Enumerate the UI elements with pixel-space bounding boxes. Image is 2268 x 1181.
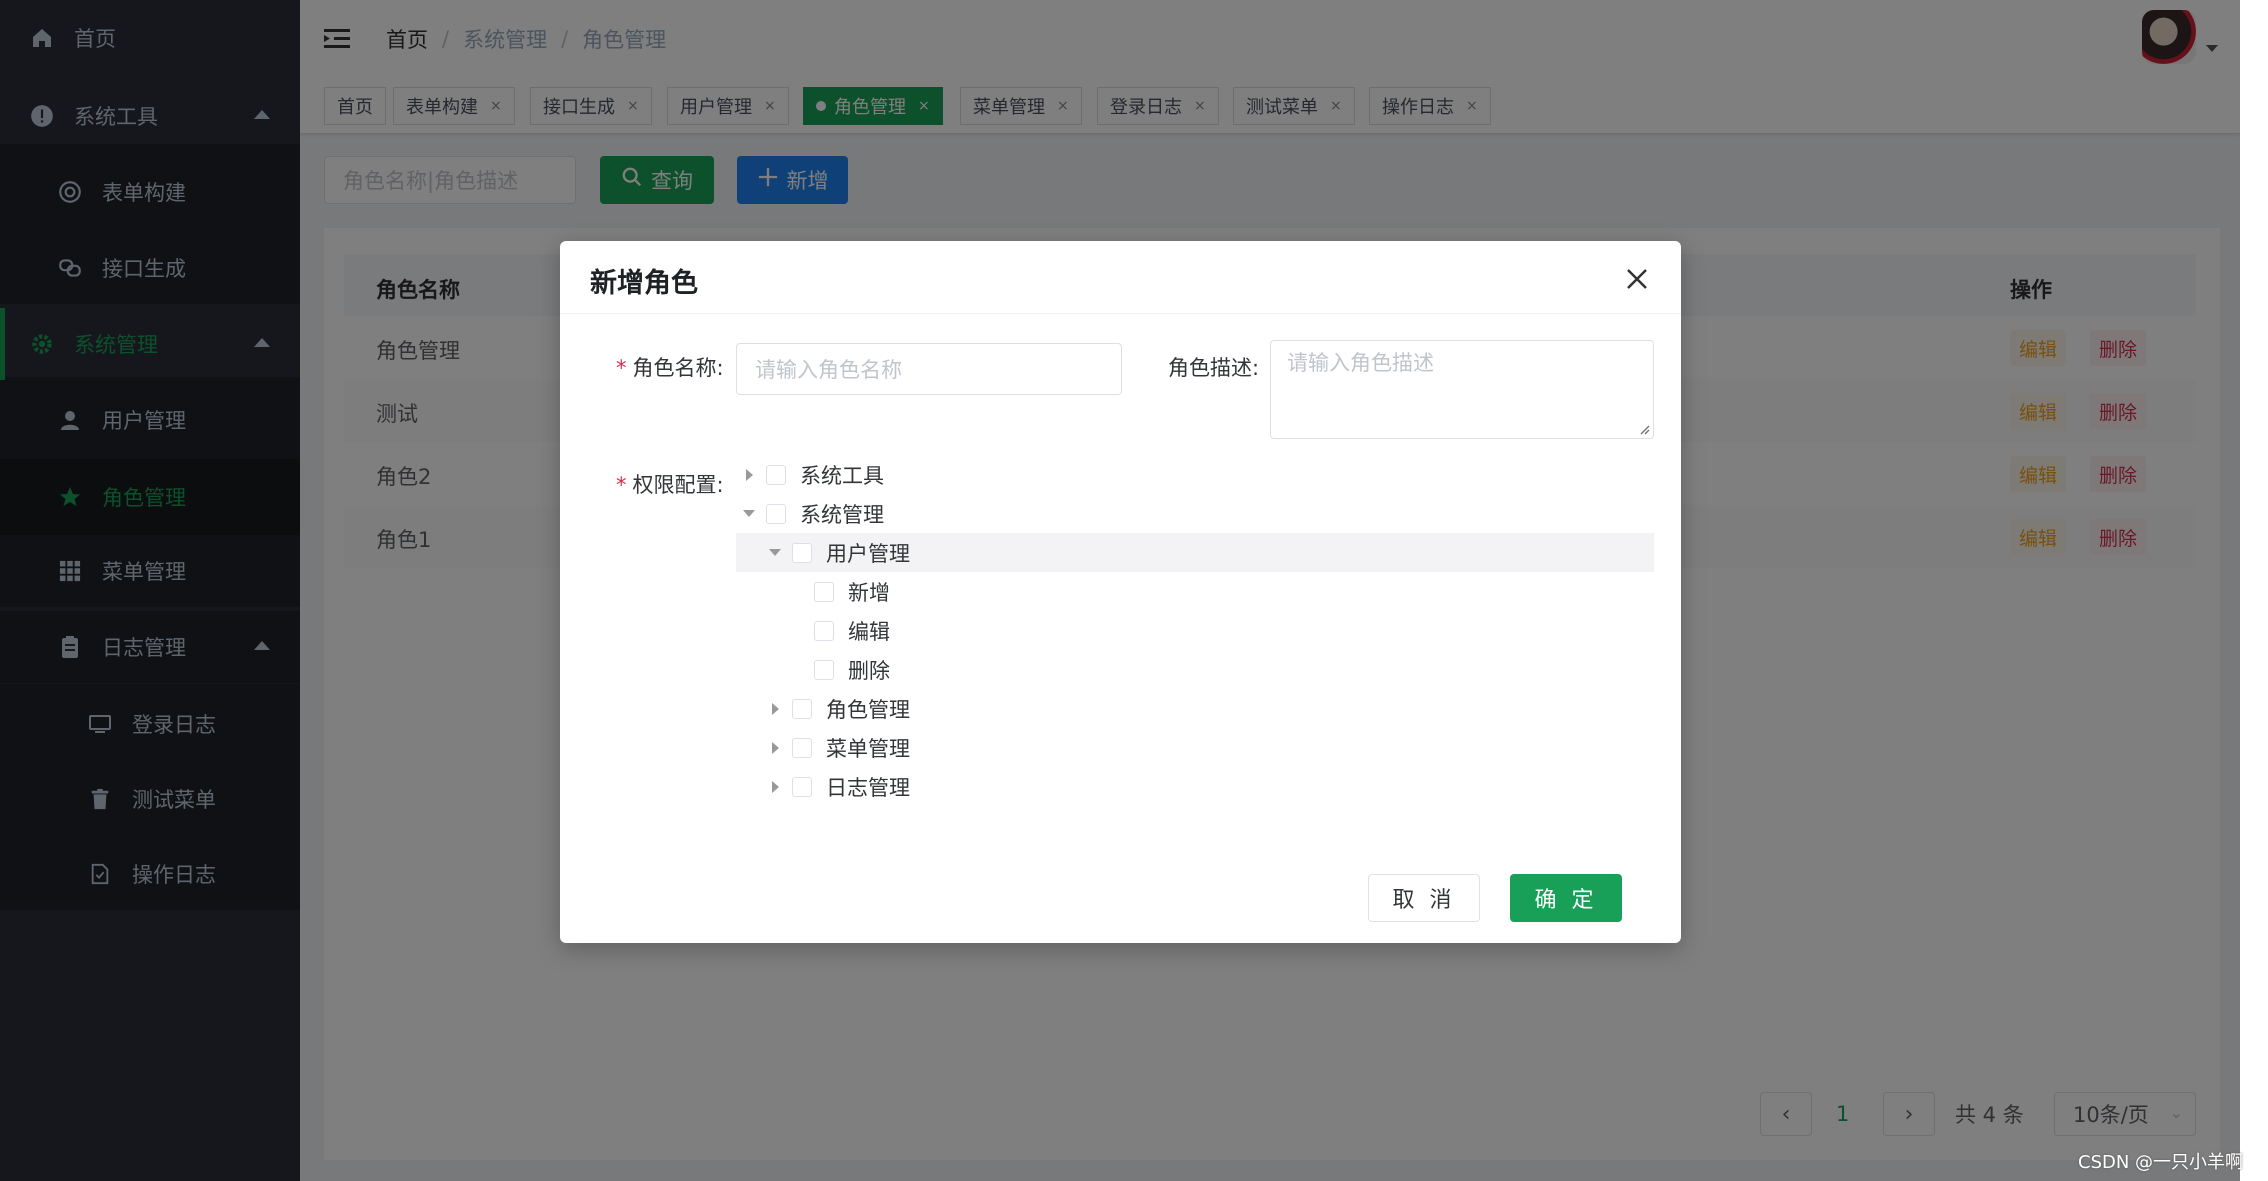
role-name-label-text: 角色名称: [632, 356, 724, 380]
tree-node[interactable]: 系统管理 [736, 494, 1654, 533]
tree-node-label: 删除 [848, 658, 890, 683]
cancel-button[interactable]: 取 消 [1368, 874, 1480, 922]
role-desc-label: 角色描述: [1168, 356, 1260, 380]
checkbox[interactable] [792, 698, 812, 719]
tree-node[interactable]: 新增 [736, 572, 1654, 611]
checkbox[interactable] [766, 503, 786, 524]
resize-grip-icon[interactable] [1638, 423, 1650, 435]
close-icon[interactable] [1619, 261, 1655, 297]
role-desc-textarea[interactable]: 请输入角色描述 [1270, 340, 1654, 439]
add-role-dialog: 新增角色 * 角色名称: 请输入角色名称 角色描述: 请输入角色描述 * 权限配置:… [560, 241, 1681, 943]
tree-node-label: 菜单管理 [826, 736, 910, 761]
permission-label-text: 权限配置: [632, 473, 724, 497]
watermark: CSDN @一只小羊啊 [2078, 1152, 2244, 1173]
checkbox[interactable] [792, 737, 812, 758]
checkbox[interactable] [792, 776, 812, 797]
role-name-label: * 角色名称: [616, 352, 724, 382]
required-asterisk: * [616, 356, 627, 380]
tree-node[interactable]: 编辑 [736, 611, 1654, 650]
required-asterisk: * [616, 473, 627, 497]
checkbox[interactable] [792, 542, 812, 563]
caret-down-icon[interactable] [740, 505, 758, 523]
dialog-divider [560, 313, 1681, 314]
tree-node-label: 系统管理 [800, 502, 884, 527]
checkbox[interactable] [814, 620, 834, 641]
tree-node[interactable]: 系统工具 [736, 455, 1654, 494]
tree-node-label: 日志管理 [826, 775, 910, 800]
checkbox[interactable] [814, 659, 834, 680]
role-desc-placeholder: 请输入角色描述 [1287, 351, 1434, 375]
tree-node[interactable]: 菜单管理 [736, 728, 1654, 767]
confirm-button[interactable]: 确 定 [1510, 874, 1622, 922]
scrollbar-track[interactable] [2240, 0, 2268, 1181]
caret-right-icon[interactable] [766, 700, 784, 718]
checkbox[interactable] [766, 464, 786, 485]
checkbox[interactable] [814, 581, 834, 602]
caret-right-icon[interactable] [740, 466, 758, 484]
caret-down-icon[interactable] [766, 544, 784, 562]
role-name-input[interactable]: 请输入角色名称 [736, 343, 1122, 395]
tree-node-label: 角色管理 [826, 697, 910, 722]
tree-node-label: 用户管理 [826, 541, 910, 566]
tree-node[interactable]: 日志管理 [736, 767, 1654, 806]
tree-node[interactable]: 用户管理 [736, 533, 1654, 572]
tree-node-label: 新增 [848, 580, 890, 605]
caret-right-icon[interactable] [766, 739, 784, 757]
permission-label: * 权限配置: [616, 469, 724, 499]
role-name-placeholder: 请输入角色名称 [755, 358, 902, 382]
tree-node-label: 系统工具 [800, 463, 884, 488]
tree-node[interactable]: 删除 [736, 650, 1654, 689]
caret-right-icon[interactable] [766, 778, 784, 796]
dialog-title: 新增角色 [590, 268, 698, 299]
tree-node-label: 编辑 [848, 619, 890, 644]
tree-node[interactable]: 角色管理 [736, 689, 1654, 728]
